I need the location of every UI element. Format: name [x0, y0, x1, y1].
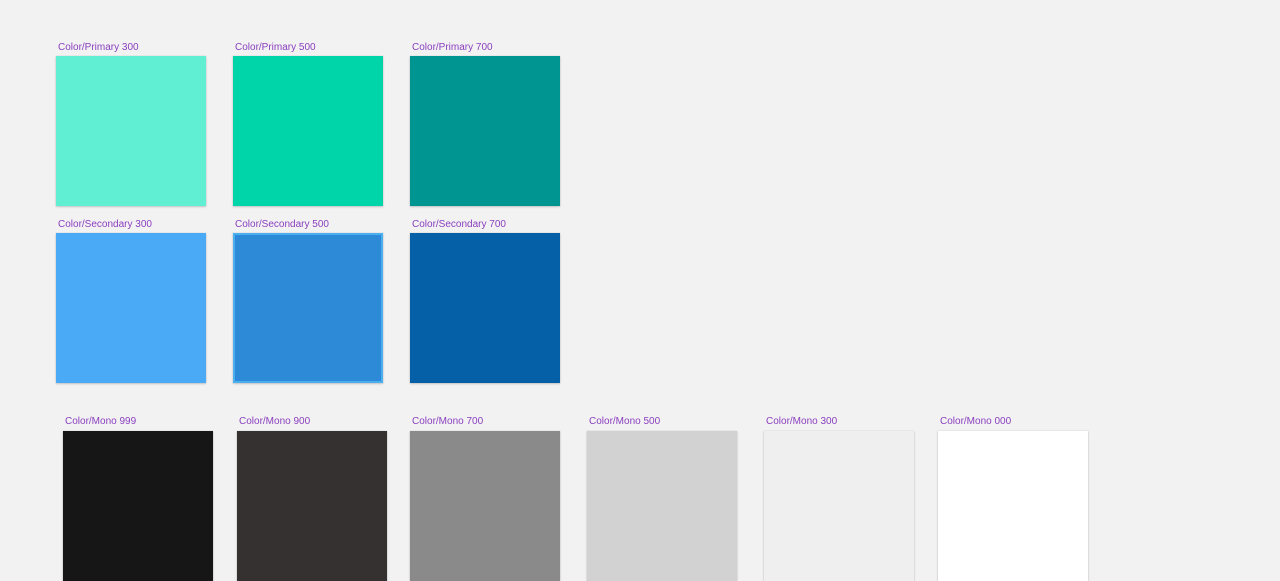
swatch-label: Color/Secondary 300: [58, 219, 152, 230]
swatch-color-box[interactable]: [410, 56, 560, 206]
swatch-label: Color/Mono 000: [940, 416, 1012, 427]
swatch-color-box[interactable]: [237, 431, 387, 581]
swatch-label: Color/Mono 500: [589, 416, 661, 427]
swatch-label: Color/Mono 999: [65, 416, 137, 427]
swatch-color-box[interactable]: [56, 233, 206, 383]
swatch-label: Color/Mono 700: [412, 416, 484, 427]
swatch-color-box[interactable]: [410, 233, 560, 383]
swatch-label: Color/Secondary 700: [412, 219, 506, 230]
swatch-color-box[interactable]: [233, 233, 383, 383]
swatch-color-box[interactable]: [938, 431, 1088, 581]
swatch-color-box[interactable]: [63, 431, 213, 581]
swatch-label: Color/Primary 700: [412, 42, 493, 53]
swatch-label: Color/Primary 500: [235, 42, 316, 53]
swatch-label: Color/Secondary 500: [235, 219, 329, 230]
design-canvas[interactable]: Color/Primary 300 Color/Primary 500 Colo…: [0, 0, 1280, 581]
swatch-color-box[interactable]: [410, 431, 560, 581]
swatch-label: Color/Mono 900: [239, 416, 311, 427]
swatch-color-box[interactable]: [764, 431, 914, 581]
swatch-color-box[interactable]: [56, 56, 206, 206]
swatch-label: Color/Mono 300: [766, 416, 838, 427]
swatch-label: Color/Primary 300: [58, 42, 139, 53]
swatch-color-box[interactable]: [233, 56, 383, 206]
swatch-color-box[interactable]: [587, 431, 737, 581]
